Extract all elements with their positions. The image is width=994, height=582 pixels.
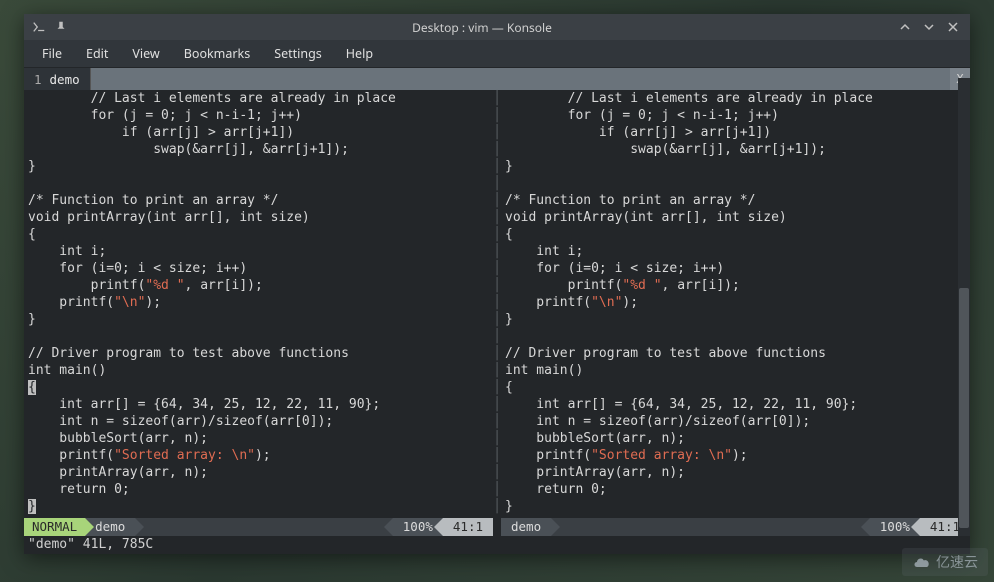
- tab-name: demo: [50, 72, 80, 87]
- tab-index: 1: [34, 72, 42, 87]
- titlebar[interactable]: Desktop : vim — Konsole: [24, 14, 970, 40]
- statusline-right: demo 100% 41:1: [501, 518, 970, 536]
- maximize-button[interactable]: [920, 18, 938, 36]
- status-filename-right: demo: [501, 518, 551, 536]
- menu-file[interactable]: File: [30, 41, 74, 66]
- tabbar: 1 demo X: [24, 68, 970, 90]
- scrollbar-thumb[interactable]: [959, 288, 969, 528]
- vim-cursor: {: [28, 380, 36, 395]
- menu-help[interactable]: Help: [334, 41, 385, 66]
- tab-demo[interactable]: 1 demo: [24, 68, 91, 90]
- status-position: 41:1: [443, 518, 493, 536]
- split-divider[interactable]: │││││││││││││││││││││││││: [493, 90, 501, 536]
- code-right[interactable]: // Last i elements are already in place …: [501, 90, 970, 518]
- minimize-button[interactable]: [896, 18, 914, 36]
- pin-icon[interactable]: [54, 20, 68, 34]
- menu-view[interactable]: View: [120, 41, 171, 66]
- terminal-icon: [32, 20, 46, 34]
- close-button[interactable]: [944, 18, 962, 36]
- vim-pane-right[interactable]: // Last i elements are already in place …: [501, 90, 970, 536]
- vim-cmdline[interactable]: "demo" 41L, 785C: [24, 536, 970, 554]
- vim-pane-left[interactable]: // Last i elements are already in place …: [24, 90, 493, 536]
- konsole-window: Desktop : vim — Konsole File Edit View B…: [24, 14, 970, 554]
- menu-settings[interactable]: Settings: [262, 41, 334, 66]
- menu-bookmarks[interactable]: Bookmarks: [172, 41, 262, 66]
- code-left[interactable]: // Last i elements are already in place …: [24, 90, 493, 518]
- statusline-left: NORMAL demo 100% 41:1: [24, 518, 493, 536]
- scrollbar[interactable]: [958, 78, 970, 536]
- window-title: Desktop : vim — Konsole: [68, 19, 896, 36]
- vim-mode-badge: NORMAL: [24, 518, 85, 536]
- terminal-area[interactable]: // Last i elements are already in place …: [24, 90, 970, 536]
- watermark: 亿速云: [902, 548, 988, 576]
- menu-edit[interactable]: Edit: [74, 41, 120, 66]
- menubar: File Edit View Bookmarks Settings Help: [24, 40, 970, 68]
- cloud-icon: [912, 555, 932, 569]
